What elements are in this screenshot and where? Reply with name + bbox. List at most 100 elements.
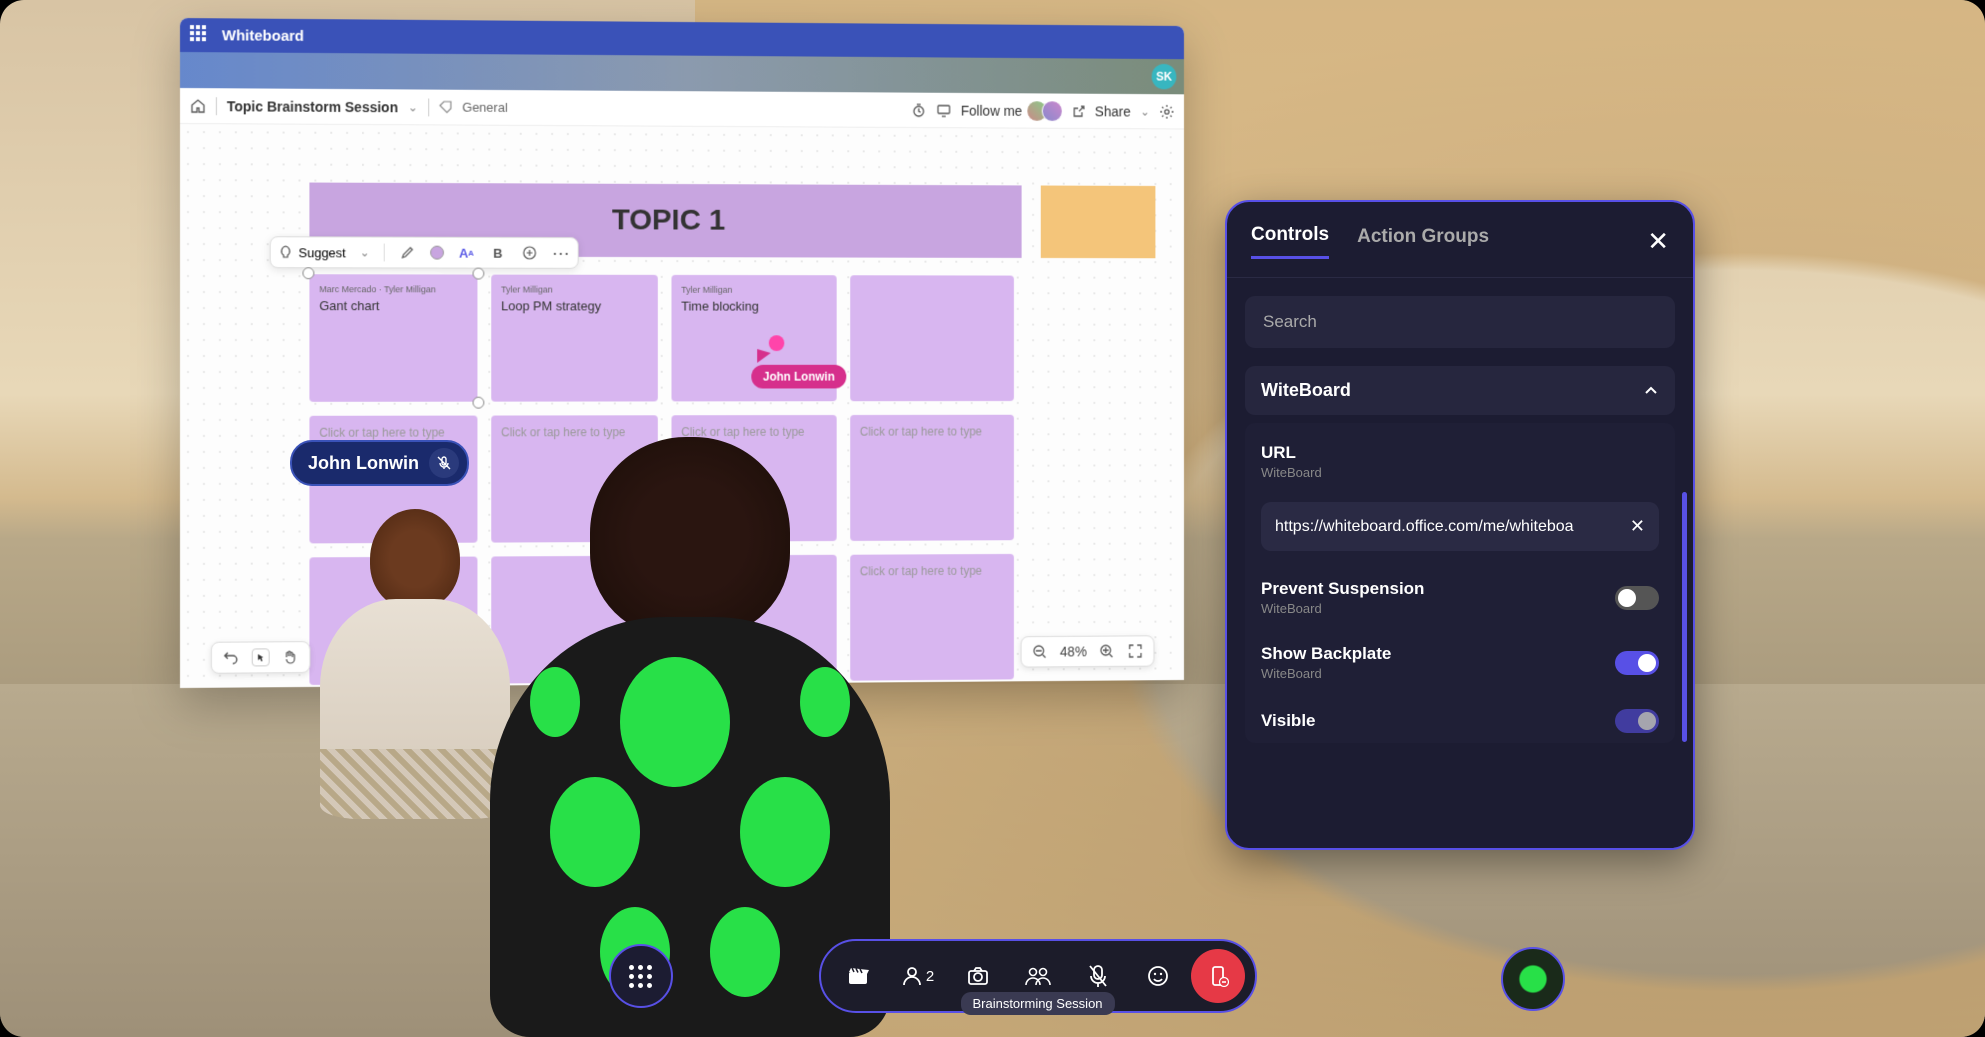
- note-author: Tyler Milligan: [681, 285, 827, 295]
- chevron-down-icon[interactable]: ⌄: [360, 245, 370, 259]
- canvas-tools-group: [211, 641, 310, 674]
- zoom-group: 48%: [1021, 635, 1155, 667]
- control-sublabel: WiteBoard: [1261, 666, 1391, 681]
- participant-name-pill: John Lonwin: [290, 440, 469, 486]
- participant-name: John Lonwin: [308, 453, 419, 474]
- note-author: Tyler Milligan: [501, 285, 648, 295]
- react-button[interactable]: [1131, 949, 1185, 1003]
- note-text: Time blocking: [681, 299, 759, 314]
- clapper-button[interactable]: [831, 949, 885, 1003]
- clear-icon[interactable]: ✕: [1630, 516, 1645, 537]
- participant-count: 2: [926, 968, 934, 985]
- control-label: Visible: [1261, 711, 1316, 731]
- tag-label[interactable]: General: [462, 100, 508, 115]
- url-value: https://whiteboard.office.com/me/whitebo…: [1275, 518, 1574, 536]
- control-row-prevent-suspension: Prevent Suspension WiteBoard: [1245, 565, 1675, 630]
- color-picker-icon[interactable]: [430, 246, 444, 260]
- cursor-avatar-icon: [769, 335, 785, 351]
- cursor-user-label: John Lonwin: [751, 365, 846, 389]
- home-icon[interactable]: [190, 98, 206, 114]
- self-avatar-pip[interactable]: [1501, 947, 1565, 1011]
- control-label: Prevent Suspension: [1261, 579, 1424, 599]
- divider: [383, 244, 384, 262]
- tab-controls[interactable]: Controls: [1251, 224, 1329, 259]
- control-sublabel: WiteBoard: [1261, 465, 1322, 480]
- note-text: Gant chart: [319, 298, 379, 313]
- zoom-in-icon[interactable]: [1098, 642, 1115, 660]
- suggest-label: Suggest: [299, 245, 346, 260]
- share-label[interactable]: Share: [1095, 103, 1131, 119]
- menu-grid-icon: [629, 965, 652, 988]
- more-icon[interactable]: ⋯: [552, 244, 570, 262]
- control-row-url: URL WiteBoard: [1245, 429, 1675, 494]
- leave-button[interactable]: [1191, 949, 1245, 1003]
- resize-handle-icon[interactable]: [473, 268, 485, 280]
- controls-tabs: Controls Action Groups ✕: [1227, 224, 1693, 278]
- zoom-level[interactable]: 48%: [1060, 644, 1087, 660]
- scrollbar[interactable]: [1682, 492, 1687, 742]
- toggle-prevent-suspension[interactable]: [1615, 586, 1659, 610]
- whiteboard-hero-image: SK: [180, 52, 1184, 94]
- sticky-note[interactable]: Marc Mercado · Tyler Milligan Gant chart: [309, 274, 477, 402]
- control-row-show-backplate: Show Backplate WiteBoard: [1245, 630, 1675, 695]
- chevron-up-icon: [1643, 383, 1659, 399]
- close-icon[interactable]: ✕: [1647, 226, 1669, 257]
- gear-icon[interactable]: [1159, 103, 1174, 119]
- present-icon[interactable]: [936, 102, 951, 118]
- doc-title[interactable]: Topic Brainstorm Session: [227, 98, 398, 115]
- selection-toolbar: Suggest ⌄ AA B ⋯: [270, 236, 579, 269]
- toggle-show-backplate[interactable]: [1615, 651, 1659, 675]
- search-input[interactable]: Search: [1245, 296, 1675, 348]
- mic-muted-icon[interactable]: [429, 448, 459, 478]
- toggle-visible[interactable]: [1615, 709, 1659, 733]
- cursor-pointer-icon: [757, 349, 771, 363]
- resize-handle-icon[interactable]: [473, 397, 485, 409]
- sticky-note[interactable]: Tyler Milligan Loop PM strategy: [491, 275, 658, 402]
- topic-2-peek[interactable]: [1041, 186, 1156, 259]
- resize-handle-icon[interactable]: [302, 267, 314, 279]
- text-style-icon[interactable]: AA: [458, 244, 476, 262]
- menu-button[interactable]: [609, 944, 673, 1008]
- separator: [428, 98, 429, 116]
- separator: [216, 97, 217, 115]
- pointer-tool-icon[interactable]: [252, 648, 270, 666]
- dock-bar: 2 Brainstorming Session: [729, 939, 1257, 1013]
- chevron-down-icon[interactable]: ⌄: [408, 100, 418, 114]
- bold-icon[interactable]: B: [489, 244, 507, 262]
- edit-icon[interactable]: [398, 244, 416, 262]
- control-sublabel: WiteBoard: [1261, 601, 1424, 616]
- note-text: Loop PM strategy: [501, 298, 601, 313]
- hand-tool-icon[interactable]: [282, 648, 300, 666]
- control-row-visible: Visible: [1245, 695, 1675, 737]
- section-body: URL WiteBoard https://whiteboard.office.…: [1245, 423, 1675, 743]
- section-header[interactable]: WiteBoard: [1245, 366, 1675, 415]
- whiteboard-app-title: Whiteboard: [222, 27, 304, 45]
- tag-icon[interactable]: [439, 100, 453, 114]
- whiteboard-toolbar: Topic Brainstorm Session ⌄ General Follo…: [180, 88, 1184, 129]
- participant-avatars[interactable]: [1032, 100, 1063, 122]
- suggest-button[interactable]: Suggest: [279, 245, 346, 260]
- apps-grid-icon[interactable]: [190, 25, 210, 45]
- note-author: Marc Mercado · Tyler Milligan: [319, 284, 467, 294]
- user-badge-sk[interactable]: SK: [1152, 64, 1177, 90]
- participants-button[interactable]: 2: [891, 949, 945, 1003]
- share-icon[interactable]: [1072, 104, 1085, 118]
- url-input[interactable]: https://whiteboard.office.com/me/whitebo…: [1261, 502, 1659, 551]
- dock-pill: 2 Brainstorming Session: [819, 939, 1257, 1013]
- undo-icon[interactable]: [222, 649, 240, 667]
- sticky-note-empty[interactable]: [850, 275, 1014, 401]
- fit-screen-icon[interactable]: [1127, 642, 1144, 660]
- zoom-out-icon[interactable]: [1031, 643, 1048, 661]
- follow-me-label[interactable]: Follow me: [961, 102, 1022, 118]
- tab-action-groups[interactable]: Action Groups: [1357, 226, 1489, 258]
- control-label: URL: [1261, 443, 1322, 463]
- controls-panel: Controls Action Groups ✕ Search WiteBoar…: [1225, 200, 1695, 850]
- control-label: Show Backplate: [1261, 644, 1391, 664]
- controls-section-witeboard: WiteBoard URL WiteBoard https://whiteboa…: [1245, 366, 1675, 743]
- chevron-down-icon[interactable]: ⌄: [1140, 104, 1150, 118]
- timer-icon[interactable]: [911, 102, 926, 118]
- section-title: WiteBoard: [1261, 380, 1351, 401]
- remote-cursor: John Lonwin: [751, 349, 846, 388]
- session-label-tooltip: Brainstorming Session: [960, 992, 1114, 1015]
- add-icon[interactable]: [521, 244, 539, 262]
